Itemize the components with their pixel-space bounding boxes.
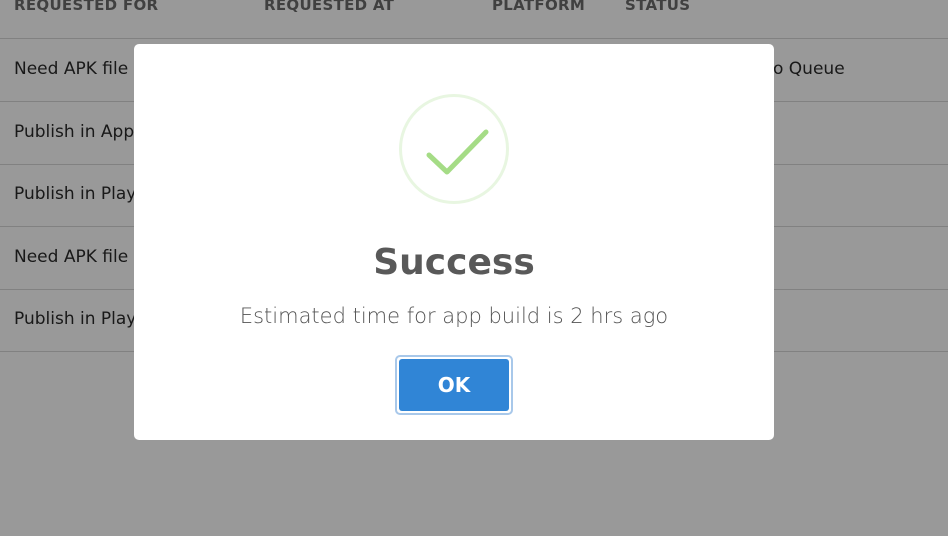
success-dialog: Success Estimated time for app build is … [134,44,774,440]
ok-button-label: OK [399,359,509,411]
success-check-icon [399,94,509,204]
dialog-title: Success [373,242,535,283]
dialog-message: Estimated time for app build is 2 hrs ag… [239,304,669,328]
ok-button[interactable]: OK [395,355,513,415]
